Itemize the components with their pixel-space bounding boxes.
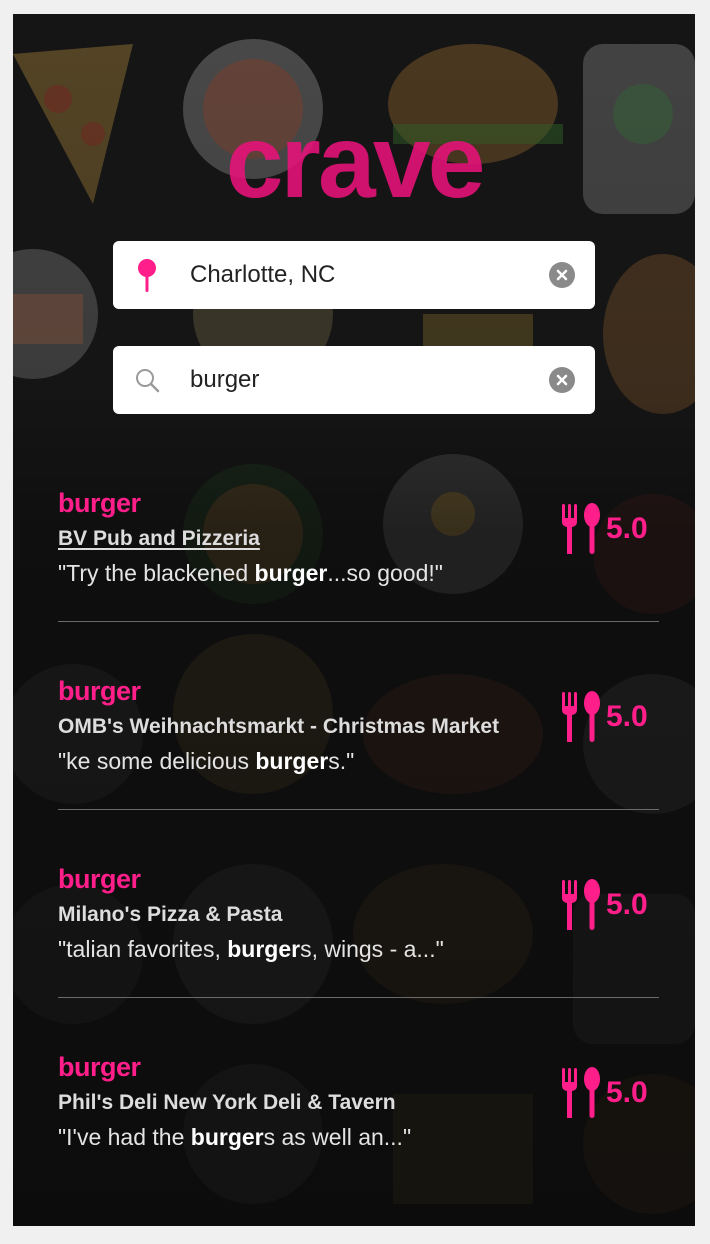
rating-score: 5.0 bbox=[606, 700, 648, 733]
clear-icon[interactable] bbox=[549, 262, 575, 288]
rating: 5.0 bbox=[558, 690, 658, 744]
result-name-link[interactable]: BV Pub and Pizzeria bbox=[58, 525, 260, 553]
location-field[interactable]: Charlotte, NC bbox=[113, 241, 595, 309]
app-screen: crave Charlotte, NC burger burger BV Pub… bbox=[13, 14, 695, 1226]
rating-score: 5.0 bbox=[606, 1076, 648, 1109]
result-category: burger bbox=[58, 864, 141, 894]
rating: 5.0 bbox=[558, 502, 658, 556]
result-name[interactable]: OMB's Weihnachtsmarkt - Christmas Market bbox=[58, 713, 499, 741]
rating: 5.0 bbox=[558, 878, 658, 932]
app-logo: crave bbox=[225, 104, 486, 220]
result-item[interactable]: burger Phil's Deli New York Deli & Taver… bbox=[58, 1050, 659, 1226]
result-snippet: "talian favorites, burgers, wings - a...… bbox=[58, 936, 444, 962]
result-item[interactable]: burger BV Pub and Pizzeria "Try the blac… bbox=[58, 486, 659, 674]
result-name[interactable]: Phil's Deli New York Deli & Tavern bbox=[58, 1089, 396, 1117]
location-input[interactable]: Charlotte, NC bbox=[190, 241, 335, 309]
result-category: burger bbox=[58, 676, 141, 706]
result-item[interactable]: burger Milano's Pizza & Pasta "talian fa… bbox=[58, 862, 659, 1050]
clear-icon[interactable] bbox=[549, 367, 575, 393]
search-input[interactable]: burger bbox=[190, 346, 259, 414]
search-icon bbox=[136, 369, 160, 393]
result-snippet: "ke some delicious burgers." bbox=[58, 748, 355, 774]
rating-score: 5.0 bbox=[606, 888, 648, 921]
divider bbox=[58, 809, 659, 810]
result-category: burger bbox=[58, 1052, 141, 1082]
fork-spoon-icon bbox=[562, 879, 600, 930]
result-name[interactable]: Milano's Pizza & Pasta bbox=[58, 901, 282, 929]
result-snippet: "I've had the burgers as well an..." bbox=[58, 1124, 412, 1150]
rating-score: 5.0 bbox=[606, 512, 648, 545]
result-snippet: "Try the blackened burger...so good!" bbox=[58, 560, 443, 586]
map-pin-icon bbox=[138, 259, 156, 292]
fork-spoon-icon bbox=[562, 1067, 600, 1118]
result-item[interactable]: burger OMB's Weihnachtsmarkt - Christmas… bbox=[58, 674, 659, 862]
rating: 5.0 bbox=[558, 1066, 658, 1120]
fork-spoon-icon bbox=[562, 503, 600, 554]
result-category: burger bbox=[58, 488, 141, 518]
fork-spoon-icon bbox=[562, 691, 600, 742]
search-field[interactable]: burger bbox=[113, 346, 595, 414]
divider bbox=[58, 997, 659, 998]
divider bbox=[58, 621, 659, 622]
